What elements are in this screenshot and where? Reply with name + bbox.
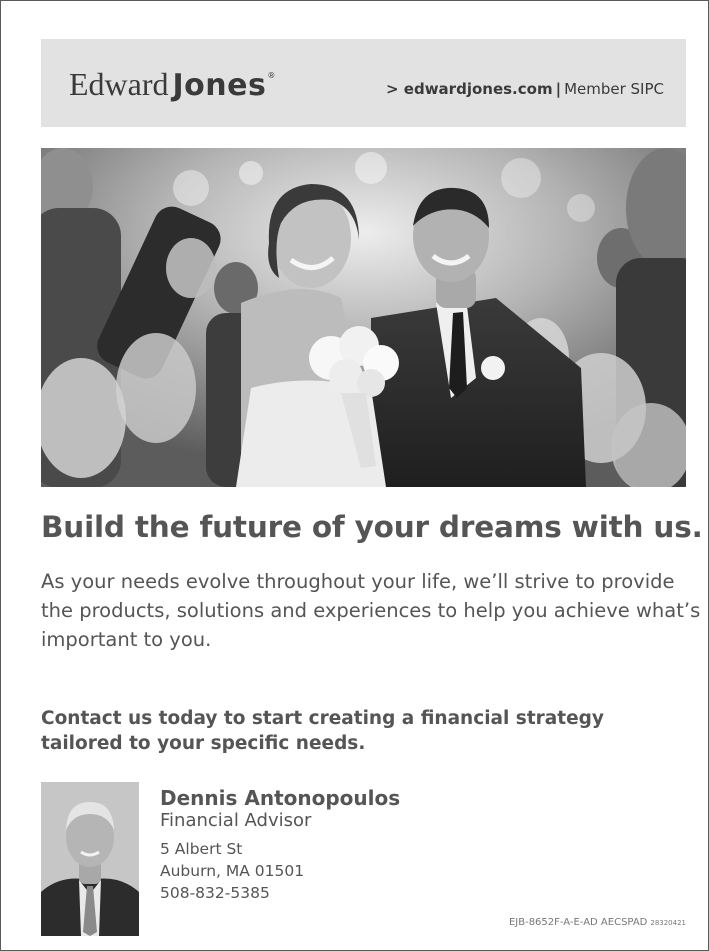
advisor-info: Dennis Antonopoulos Financial Advisor 5 … xyxy=(160,786,400,904)
headline: Build the future of your dreams with us. xyxy=(41,510,703,544)
header-banner: Edward Jones® > edwardjones.com | Member SI… xyxy=(41,39,686,127)
advisor-title: Financial Advisor xyxy=(160,810,312,831)
disclosure-code-main: EJB-8652F-A-E-AD AECSPAD xyxy=(508,917,648,928)
disclosure-code-small: 28320421 xyxy=(650,919,686,927)
member-sipc: Member SIPC xyxy=(564,80,664,98)
address-line-1: 5 Albert St xyxy=(160,840,243,858)
address-line-2: Auburn, MA 01501 xyxy=(160,862,305,880)
logo-registered-mark: ® xyxy=(267,71,276,80)
advisor-name: Dennis Antonopoulos xyxy=(160,786,401,810)
call-to-action: Contact us today to start creating a fin… xyxy=(41,708,604,754)
portrait-illustration xyxy=(41,782,139,936)
photo-illustration xyxy=(41,148,686,487)
separator: | xyxy=(555,80,562,98)
edward-jones-logo[interactable]: Edward Jones® xyxy=(69,65,275,103)
disclosure-code: EJB-8652F-A-E-AD AECSPAD 28320421 xyxy=(509,917,686,928)
logo-text-edward: Edward xyxy=(69,66,169,102)
site-info: > edwardjones.com | Member SIPC xyxy=(386,80,664,98)
website-link[interactable]: > edwardjones.com xyxy=(386,80,553,98)
wedding-couple-photo xyxy=(41,148,686,487)
advisor-portrait xyxy=(41,782,139,936)
phone-number[interactable]: 508-832-5385 xyxy=(160,882,400,904)
logo-text-jones: Jones xyxy=(172,68,267,103)
body-text: As your needs evolve throughout your lif… xyxy=(41,570,701,651)
